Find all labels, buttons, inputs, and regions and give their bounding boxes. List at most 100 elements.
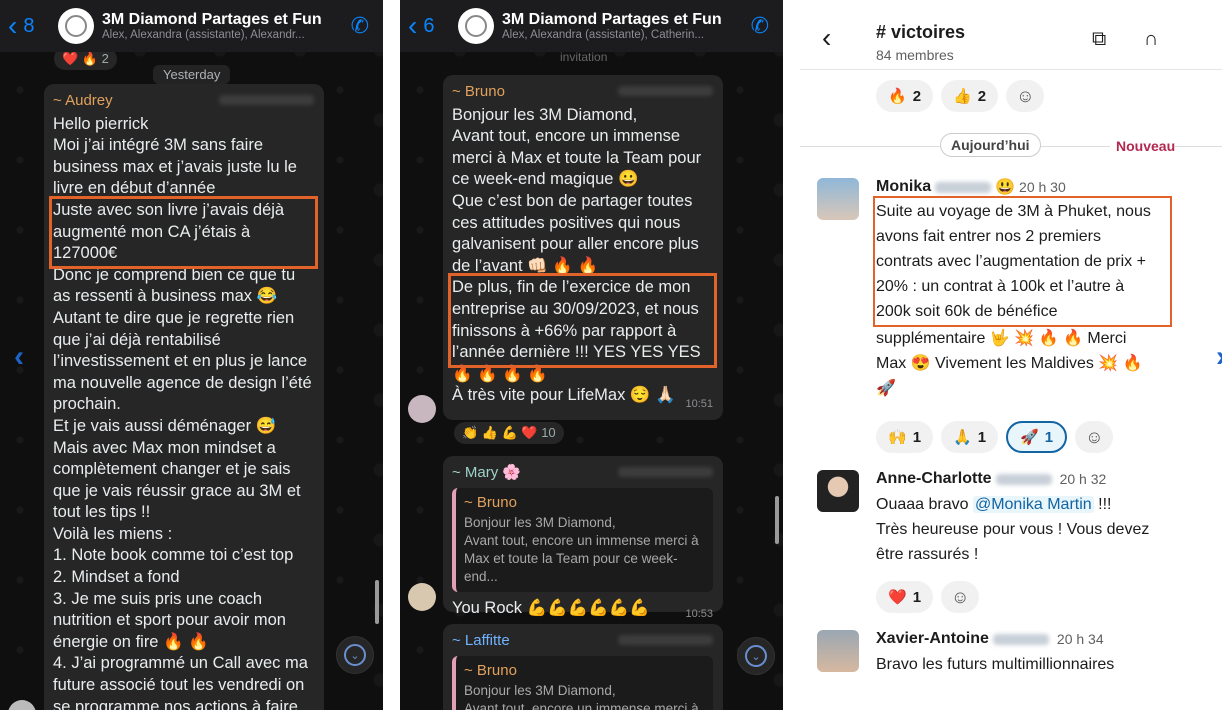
reply-bubble[interactable]: ~ Laffitte ~ Bruno Bonjour les 3M Diamon…	[443, 624, 723, 710]
message-line: as ressenti à business max 😂	[53, 287, 278, 306]
group-title-block[interactable]: 3M Diamond Partages et Fun Alex, Alexand…	[102, 11, 345, 41]
canvas-icon[interactable]: ⧉	[1092, 28, 1106, 51]
headphones-icon[interactable]: ∩	[1144, 28, 1158, 51]
message-line: Que c’est bon de partager toutes	[452, 191, 693, 210]
scroll-down-button[interactable]: ⌄	[737, 637, 775, 675]
message-line: être rassurés !	[876, 546, 979, 563]
author-name[interactable]: Anne-Charlotte	[876, 470, 992, 488]
quote-line: Avant tout, encore un immense merci à	[464, 532, 699, 548]
add-reaction-button[interactable]: ☺	[1075, 421, 1114, 453]
highlighted-text: De plus, fin de l’exercice de mon entrepr…	[448, 273, 717, 368]
message-line: avons fait entrer nos 2 premiers	[876, 228, 1101, 245]
user-mention[interactable]: @Monika Martin	[972, 496, 1094, 513]
chat-header: ‹ 8 3M Diamond Partages et Fun Alex, Alex…	[0, 0, 383, 52]
reaction-pill-selected[interactable]: 🚀 1	[1006, 421, 1068, 453]
reaction-row: 🙌 1 🙏 1 🚀 1 ☺	[876, 421, 1121, 453]
message-line: 🔥 🔥 🔥 🔥	[452, 364, 548, 383]
blurred-phone	[618, 86, 713, 96]
message-time[interactable]: 20 h 32	[1060, 471, 1107, 487]
unread-count: 6	[423, 14, 435, 37]
sender-avatar[interactable]	[408, 395, 436, 423]
message-line: contrats avec l’augmentation de prix +	[876, 253, 1146, 270]
anne-charlotte-avatar[interactable]	[817, 470, 859, 512]
message-time: 10:53	[685, 607, 713, 620]
author-name[interactable]: Xavier-Antoine	[876, 630, 989, 648]
reaction-summary[interactable]: 👏 👍 💪 ❤️ 10	[454, 422, 564, 444]
reply-bubble[interactable]: ~ Mary 🌸 ~ Bruno Bonjour les 3M Diamond,…	[443, 456, 723, 620]
quoted-sender: ~ Bruno	[464, 661, 517, 679]
message-line: Max 😍 Vivement les Maldives 💥 🔥	[876, 355, 1143, 372]
message-line: 3. Je me suis pris une coach	[53, 589, 263, 608]
scrollbar[interactable]	[775, 496, 779, 544]
add-reaction-button[interactable]: ☺	[1006, 80, 1045, 112]
reaction-pill[interactable]: 🙏 1	[941, 421, 999, 453]
message-line: finissons à +66% par rapport à	[452, 321, 677, 340]
message-bubble[interactable]: ~ Audrey Hello pierrick Moi j’ai intégré …	[44, 84, 324, 710]
blurred-phone	[618, 467, 713, 477]
message-line: Moi j’ai intégré 3M sans faire	[53, 136, 264, 155]
message-line: livre en début d’année	[53, 179, 216, 198]
message-text: Bonjour les 3M Diamond, Avant tout, encor…	[452, 105, 713, 278]
message-line: l’année dernière !!! YES YES YES	[452, 343, 701, 362]
message-line: Autant te dire que je regrette rien	[53, 308, 295, 327]
sender-name[interactable]: ~ Laffitte	[452, 630, 510, 652]
group-avatar[interactable]	[458, 8, 494, 44]
message-line: future associé tout les vendredi on	[53, 676, 305, 695]
message-line: augmenté mon CA j’étais à	[53, 222, 251, 241]
add-reaction-button[interactable]: ☺	[941, 581, 980, 613]
message-line: nutrition et sport pour avoir mon	[53, 611, 286, 630]
message-body: Bravo les futurs multimillionnaires	[876, 656, 1115, 673]
sender-avatar[interactable]	[408, 583, 436, 611]
add-emoji-icon: ☺	[951, 586, 970, 607]
back-icon[interactable]: ‹	[822, 24, 831, 52]
message-line: Voilà les miens :	[53, 524, 173, 543]
highlighted-text: Juste avec son livre j’avais déjà augment…	[49, 195, 318, 269]
message-line: De plus, fin de l’exercice de mon	[452, 278, 691, 297]
today-separator: Aujourd’hui	[940, 133, 1041, 157]
xavier-antoine-avatar[interactable]	[817, 630, 859, 672]
channel-name[interactable]: # victoires	[876, 22, 965, 43]
next-arrow-icon[interactable]: ›	[1216, 340, 1222, 374]
sender-name[interactable]: ~ Bruno	[452, 81, 505, 103]
reaction-count: 2	[977, 87, 987, 105]
message-line: À très vite pour LifeMax 😌 🙏🏻	[452, 386, 676, 405]
reaction-emoji: 🙌	[888, 429, 907, 446]
message-line: galvanisent pour aller encore plus	[452, 235, 699, 254]
message-line: merci à Max et toute la Team pour	[452, 148, 702, 167]
quoted-message[interactable]: ~ Bruno Bonjour les 3M Diamond, Avant to…	[452, 487, 713, 592]
reaction-pill[interactable]: ❤️ 1	[876, 581, 934, 613]
add-call-icon[interactable]: ✆	[351, 13, 369, 39]
scrollbar[interactable]	[375, 580, 379, 624]
message-line: tout les tips !!	[53, 503, 151, 522]
highlighted-text: Suite au voyage de 3M à Phuket, nous avon…	[873, 196, 1172, 327]
message-text: Hello pierrick Moi j’ai intégré 3M sans f…	[53, 114, 314, 200]
reaction-pill[interactable]: 🔥 2	[876, 80, 934, 112]
chat-panel-bruno: ‹ 6 3M Diamond Partages et Fun Alex, Alex…	[400, 0, 783, 710]
reaction-pill[interactable]: 👍 2	[941, 80, 999, 112]
faded-text: invitation	[560, 50, 608, 64]
message-time[interactable]: 20 h 34	[1057, 631, 1104, 647]
reaction-count: 1	[912, 588, 922, 606]
scroll-down-button[interactable]: ⌄	[336, 636, 374, 674]
message-bubble[interactable]: ~ Bruno Bonjour les 3M Diamond, Avant tou…	[443, 75, 723, 420]
member-count[interactable]: 84 membres	[876, 47, 954, 63]
sender-avatar[interactable]	[8, 700, 36, 710]
sender-name[interactable]: ~ Audrey	[53, 90, 113, 112]
previous-arrow-icon[interactable]: ‹	[14, 340, 24, 374]
quoted-message[interactable]: ~ Bruno Bonjour les 3M Diamond, Avant to…	[452, 655, 713, 710]
message-line: supplémentaire 🤟 💥 🔥 🔥 Merci	[876, 330, 1127, 347]
message-line: de l’avant 👊🏻 🔥 🔥	[452, 256, 599, 275]
group-avatar[interactable]	[58, 8, 94, 44]
group-title-block[interactable]: 3M Diamond Partages et Fun Alex, Alexand…	[502, 11, 745, 41]
back-button[interactable]: ‹ 6	[408, 12, 458, 40]
back-button[interactable]: ‹ 8	[8, 12, 58, 40]
reaction-pill[interactable]: 🙌 1	[876, 421, 934, 453]
sender-name[interactable]: ~ Mary 🌸	[452, 462, 521, 484]
author-name[interactable]: Monika	[876, 178, 931, 196]
group-title: 3M Diamond Partages et Fun	[102, 11, 322, 28]
message-time[interactable]: 20 h 30	[1019, 179, 1066, 195]
message-line: Et je vais aussi déménager 😅	[53, 416, 277, 435]
add-call-icon[interactable]: ✆	[751, 13, 769, 39]
monika-avatar[interactable]	[817, 178, 859, 220]
message-line: Bonjour les 3M Diamond,	[452, 105, 638, 124]
